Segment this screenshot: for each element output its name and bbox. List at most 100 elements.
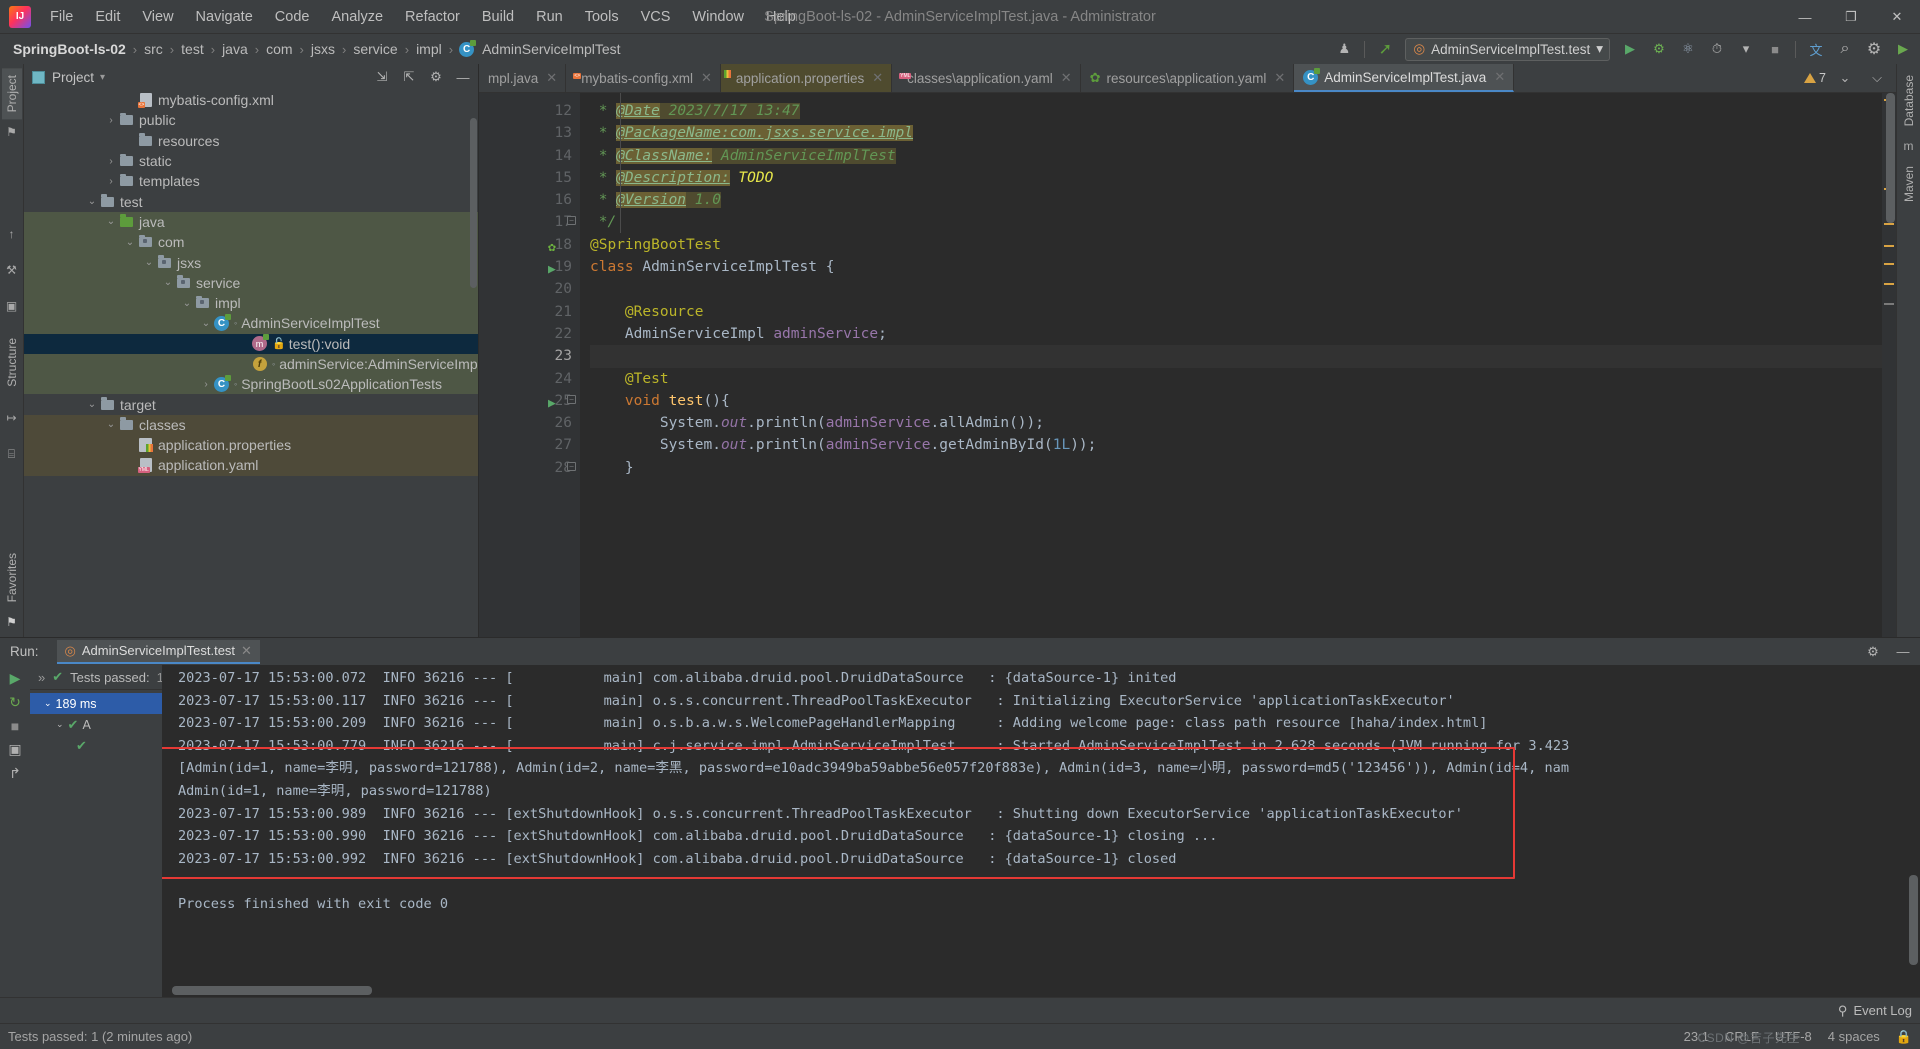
lock-icon[interactable]: 🔒 [1896, 1029, 1912, 1045]
breadcrumb-item-src[interactable]: src [141, 40, 166, 58]
tree-item-test[interactable]: ⌄ test [24, 191, 478, 211]
code-content[interactable]: * @Date 2023/7/17 13:47 * @PackageName:c… [580, 93, 1896, 637]
run-button[interactable]: ▶ [1617, 37, 1643, 61]
commit-icon[interactable]: ↑ [9, 223, 15, 245]
tree-item-resources[interactable]: resources [24, 131, 478, 151]
expand-icon[interactable]: » [38, 670, 45, 685]
expand-all-icon[interactable]: ⇲ [369, 65, 395, 89]
expand-arrow-icon[interactable]: ⌄ [199, 318, 213, 329]
breadcrumb-item-jsxs[interactable]: jsxs [308, 40, 338, 58]
more-run-options-icon[interactable]: ▾ [1733, 37, 1759, 61]
expand-arrow-icon[interactable]: › [104, 156, 118, 167]
settings-gear-icon[interactable]: ⚙ [1861, 37, 1887, 61]
build-icon[interactable]: ⚒ [6, 259, 17, 281]
console-horizontal-scrollbar-thumb[interactable] [172, 986, 372, 995]
menu-view[interactable]: View [131, 5, 184, 29]
rerun-icon[interactable]: ▶ [10, 670, 21, 687]
expand-arrow-icon[interactable]: ⌄ [85, 196, 99, 207]
close-icon[interactable]: ✕ [546, 70, 557, 86]
sidebar-tab-database[interactable]: Database [1899, 68, 1919, 133]
sidebar-tab-maven[interactable]: Maven [1899, 159, 1919, 209]
sidebar-tab-structure[interactable]: Structure [2, 331, 22, 394]
event-log-button[interactable]: Event Log [1853, 1003, 1912, 1018]
search-icon[interactable]: ⌕ [1832, 37, 1858, 61]
tree-item-service[interactable]: ⌄ service [24, 272, 478, 293]
tree-item-adminservice-adminserviceimpl[interactable]: f ◦ adminService:AdminServiceImpl [24, 353, 478, 375]
code-editor[interactable]: 12 13 14 15 16 −17 ✿ 18 ▶ 19 20 21 22 23 24 ▶ −25 26 27 −28… [479, 93, 1896, 637]
breadcrumb-item-service[interactable]: service [350, 40, 400, 58]
menu-edit[interactable]: Edit [84, 5, 131, 29]
tree-item-java[interactable]: ⌄ java [24, 211, 478, 233]
tree-item-jsxs[interactable]: ⌄ jsxs [24, 252, 478, 273]
line-number-gutter[interactable]: 12 13 14 15 16 −17 ✿ 18 ▶ 19 20 21 22 23 24 ▶ −25 26 27 −28 [512, 93, 580, 637]
breadcrumb-item-class[interactable]: AdminServiceImplTest [479, 40, 624, 58]
tree-item-application-yaml[interactable]: YML application.yaml [24, 455, 478, 476]
tree-item-application-properties[interactable]: application.properties [24, 435, 478, 456]
project-tree[interactable]: <> mybatis-config.xml › public resources › sta… [24, 90, 478, 637]
menu-tools[interactable]: Tools [574, 5, 630, 29]
close-icon[interactable]: ✕ [872, 70, 883, 86]
user-icon[interactable]: ♟ [1331, 37, 1357, 61]
menu-file[interactable]: File [39, 5, 84, 29]
close-icon[interactable]: ✕ [1494, 69, 1505, 85]
collapse-all-icon[interactable]: ⇱ [396, 65, 422, 89]
editor-tab-classes-application-yaml[interactable]: YML classes\application.yaml ✕ [892, 64, 1081, 92]
run-settings-icon[interactable]: ⚙ [1860, 640, 1886, 664]
expand-arrow-icon[interactable]: › [104, 115, 118, 126]
menu-help[interactable]: Help [755, 5, 807, 29]
project-settings-icon[interactable]: ⚙ [423, 65, 449, 89]
expand-arrow-icon[interactable]: ⌄ [104, 419, 118, 430]
close-icon[interactable]: ✕ [701, 70, 712, 86]
stop-button[interactable]: ■ [1762, 37, 1788, 61]
expand-arrow-icon[interactable]: ⌄ [142, 257, 156, 268]
test-tree-item-method[interactable]: ✔ [30, 735, 162, 756]
pin-icon[interactable]: ⚑ [6, 611, 17, 633]
build-project-icon[interactable]: ➚ [1372, 37, 1398, 61]
grid-icon[interactable]: ⌸ [8, 443, 15, 466]
menu-analyze[interactable]: Analyze [320, 5, 394, 29]
editor-tab-mybatis-config-xml[interactable]: <> mybatis-config.xml ✕ [566, 64, 721, 92]
breadcrumb-item-com[interactable]: com [263, 40, 295, 58]
rerun-failed-icon[interactable]: ↻ [9, 694, 21, 711]
menu-run[interactable]: Run [525, 5, 574, 29]
expand-arrow-icon[interactable]: ⌄ [85, 399, 99, 410]
editor-tab-application-properties[interactable]: application.properties ✕ [720, 64, 893, 92]
expand-arrow-icon[interactable]: ⌄ [180, 298, 194, 309]
tree-item-target[interactable]: ⌄ target [24, 394, 478, 414]
z-tool-icon[interactable]: ↦ [6, 407, 16, 429]
code-fold-icon[interactable]: − [567, 216, 576, 226]
camera-icon[interactable]: ▣ [8, 741, 21, 758]
expand-arrow-icon[interactable]: ⌄ [123, 237, 137, 248]
tree-item-public[interactable]: › public [24, 110, 478, 130]
project-tree-scrollbar[interactable] [470, 118, 477, 288]
tree-item-adminserviceimpltest[interactable]: ⌄ C ◦ AdminServiceImplTest [24, 313, 478, 334]
close-button[interactable]: ✕ [1874, 0, 1920, 34]
profile-button[interactable]: ⏱ [1704, 37, 1730, 61]
close-icon[interactable]: ✕ [1061, 70, 1072, 86]
indent-setting[interactable]: 4 spaces [1828, 1029, 1880, 1044]
menu-vcs[interactable]: VCS [630, 5, 682, 29]
hide-run-panel-icon[interactable]: — [1890, 640, 1916, 664]
run-configuration-selector[interactable]: ◎ AdminServiceImplTest.test ▾ [1405, 37, 1610, 61]
tree-item-classes[interactable]: ⌄ classes [24, 414, 478, 436]
minimize-button[interactable]: — [1782, 0, 1828, 34]
expand-arrow-icon[interactable]: › [104, 176, 118, 187]
chevron-down-icon[interactable]: ⌄ [56, 719, 64, 730]
breadcrumb-item-test[interactable]: test [178, 40, 207, 58]
sidebar-tab-favorites[interactable]: Favorites [2, 546, 22, 609]
menu-navigate[interactable]: Navigate [185, 5, 264, 29]
editor-scrollbar[interactable] [1882, 93, 1896, 637]
chevron-down-icon[interactable]: ⌄ [1832, 66, 1858, 90]
editor-tab-mpl-java[interactable]: mpl.java ✕ [479, 64, 567, 92]
code-fold-icon[interactable]: − [567, 394, 576, 404]
hide-panel-icon[interactable]: — [450, 65, 476, 89]
export-icon[interactable]: ↱ [9, 765, 21, 782]
close-icon[interactable]: ✕ [241, 643, 252, 659]
menu-build[interactable]: Build [471, 5, 525, 29]
translate-icon[interactable]: 文 [1803, 37, 1829, 61]
chevron-down-icon[interactable]: ▾ [100, 72, 105, 83]
tree-item-templates[interactable]: › templates [24, 171, 478, 191]
chevron-down-icon[interactable]: ▾ [1596, 41, 1603, 57]
expand-arrow-icon[interactable]: ⌄ [104, 216, 118, 227]
debug-button[interactable]: ⚙ [1646, 37, 1672, 61]
